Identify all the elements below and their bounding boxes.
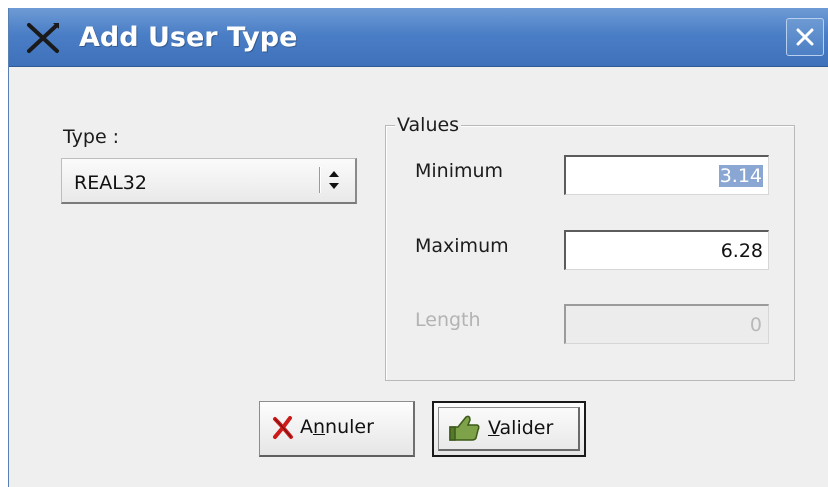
type-label: Type :: [63, 126, 120, 148]
cancel-button[interactable]: Annuler: [259, 401, 415, 457]
type-select-value: REAL32: [74, 172, 147, 194]
ok-button[interactable]: Valider: [432, 401, 586, 457]
minimum-field[interactable]: 3.14: [564, 155, 769, 195]
maximum-value: 6.28: [720, 240, 763, 262]
spin-arrows-icon: [327, 169, 341, 195]
type-select[interactable]: REAL32: [61, 158, 357, 204]
ok-button-label: Valider: [488, 417, 554, 439]
minimum-label: Minimum: [415, 160, 504, 182]
x-tools-icon: [23, 21, 63, 55]
values-group-title: Values: [395, 114, 462, 136]
maximum-field[interactable]: 6.28: [564, 230, 769, 270]
red-x-icon: [272, 416, 294, 444]
maximum-label: Maximum: [415, 235, 509, 257]
length-value: 0: [749, 314, 762, 336]
minimum-value: 3.14: [718, 165, 763, 187]
window-title: Add User Type: [79, 22, 298, 53]
title-bar[interactable]: Add User Type: [9, 8, 828, 67]
close-button[interactable]: [786, 18, 824, 56]
length-field: 0: [564, 304, 769, 344]
select-divider: [319, 167, 320, 193]
cancel-button-label: Annuler: [300, 416, 374, 438]
add-user-type-dialog: Add User Type Type : REAL32 Values Minim…: [8, 8, 828, 487]
length-label: Length: [415, 309, 481, 331]
thumbs-up-icon: [446, 413, 482, 447]
